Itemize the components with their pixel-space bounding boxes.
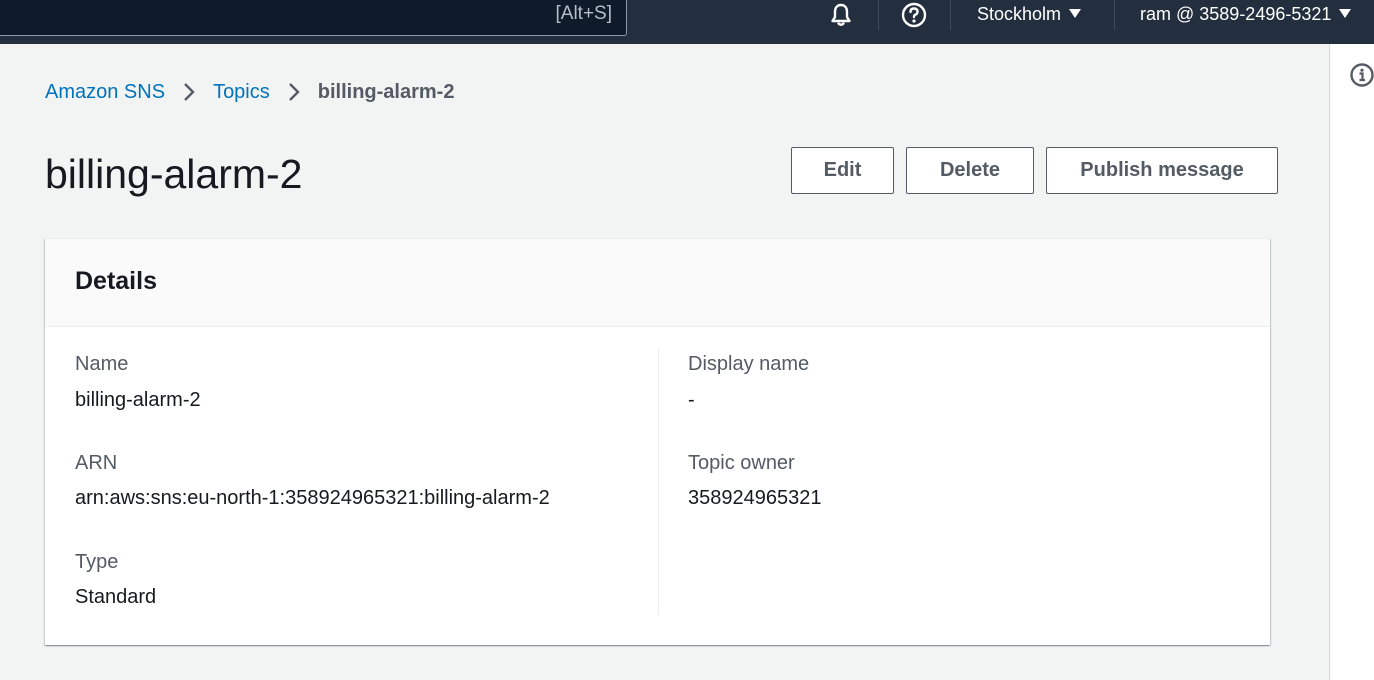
search-shortcut-hint: [Alt+S] (555, 3, 613, 24)
display-name-label: Display name (688, 353, 810, 375)
edit-button[interactable]: Edit (791, 147, 894, 194)
search-input[interactable]: [Alt+S] (0, 0, 627, 36)
caret-down-icon (1069, 9, 1082, 18)
breadcrumb-link-amazon-sns[interactable]: Amazon SNS (45, 81, 165, 104)
account-menu[interactable]: ram @ 3589-2496-5321 (1140, 4, 1352, 25)
topic-owner-value: 358924965321 (688, 487, 822, 509)
chevron-right-icon (181, 81, 197, 103)
account-label: ram @ 3589-2496-5321 (1140, 4, 1332, 24)
breadcrumb-current: billing-alarm-2 (317, 80, 455, 103)
tools-panel-rail (1329, 44, 1374, 680)
details-title: Details (75, 267, 157, 295)
breadcrumb: Amazon SNS Topics billing-alarm-2 (45, 78, 454, 106)
publish-message-button[interactable]: Publish message (1046, 147, 1278, 194)
help-icon[interactable] (901, 2, 927, 28)
details-header: Details (45, 239, 1270, 327)
bell-icon[interactable] (828, 2, 854, 28)
display-name-value: - (688, 389, 695, 411)
page-title: billing-alarm-2 (45, 151, 303, 197)
region-label: Stockholm (977, 4, 1062, 24)
caret-down-icon (1339, 9, 1352, 18)
top-navigation: [Alt+S] Stockholm ram @ 3589-2496-5321 (0, 0, 1374, 44)
nav-divider (1114, 0, 1115, 30)
type-label: Type (75, 551, 119, 573)
type-value: Standard (75, 586, 157, 608)
delete-button[interactable]: Delete (906, 147, 1034, 194)
arn-value: arn:aws:sns:eu-north-1:358924965321:bill… (75, 487, 550, 509)
nav-divider (878, 0, 879, 30)
name-label: Name (75, 353, 129, 375)
info-icon[interactable] (1349, 62, 1374, 88)
column-divider (658, 349, 659, 615)
arn-label: ARN (75, 452, 118, 474)
breadcrumb-link-topics[interactable]: Topics (213, 81, 270, 104)
nav-divider (950, 0, 951, 30)
chevron-right-icon (286, 81, 302, 103)
topic-owner-label: Topic owner (688, 452, 795, 474)
name-value: billing-alarm-2 (75, 389, 201, 411)
region-selector[interactable]: Stockholm (977, 4, 1082, 25)
details-panel: Details Name billing-alarm-2 ARN arn:aws… (45, 238, 1270, 645)
